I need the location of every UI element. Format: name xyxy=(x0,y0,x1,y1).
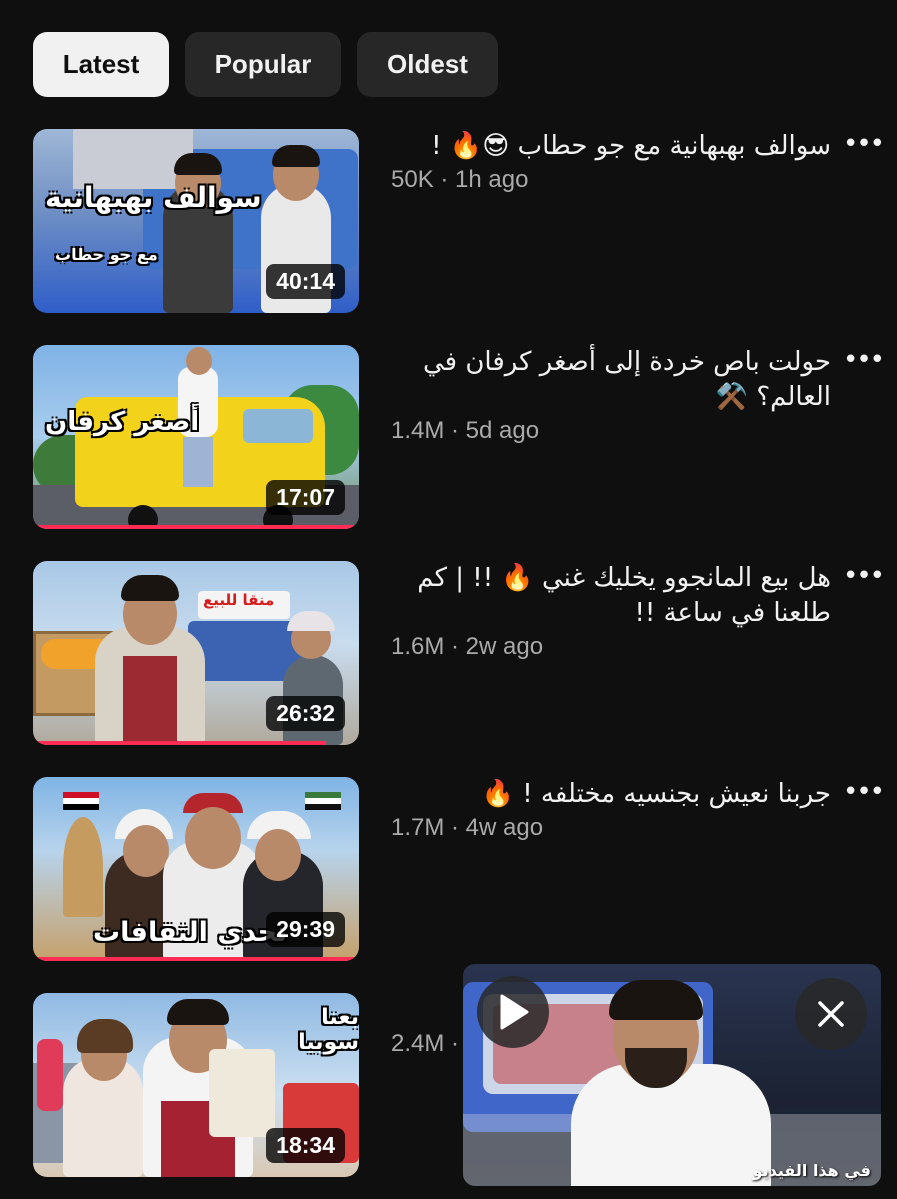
duration-badge: 18:34 xyxy=(266,1128,345,1163)
video-stats: 1.6M · 2w ago xyxy=(391,633,544,660)
thumbnail-subtext: مع جو حطاب xyxy=(55,245,158,264)
more-options-icon[interactable]: ••• xyxy=(843,347,885,379)
video-title[interactable]: سوالف بهبهانية مع جو حطاب 😎🔥 ! xyxy=(391,129,831,164)
video-meta: جربنا نعيش بجنسيه مختلفه ! 🔥 1.7M · 4w a… xyxy=(391,777,831,842)
duration-badge: 26:32 xyxy=(266,696,345,731)
video-thumbnail[interactable]: أصغر كرفان 17:07 xyxy=(33,345,359,529)
filter-latest[interactable]: Latest xyxy=(33,32,169,97)
play-button[interactable] xyxy=(477,976,549,1048)
miniplayer[interactable]: في هذا الفيديو xyxy=(463,964,881,1186)
thumbnail-text: سوالف بهبهانية xyxy=(45,181,262,214)
video-item[interactable]: منقا للبيع 26:32 هل بيع المانجوو يخليك غ… xyxy=(33,561,885,746)
video-thumbnail[interactable]: منقا للبيع 26:32 xyxy=(33,561,359,745)
video-stats: 50K · 1h ago xyxy=(391,166,529,193)
thumbnail-text: بعنا سوبيا xyxy=(298,1005,359,1055)
video-item[interactable]: تحدي الثقافات 29:39 جربنا نعيش بجنسيه مخ… xyxy=(33,777,885,962)
watch-progress xyxy=(33,525,359,529)
video-thumbnail[interactable]: سوالف بهبهانية مع جو حطاب 40:14 xyxy=(33,129,359,313)
more-options-icon[interactable]: ••• xyxy=(843,563,885,595)
video-title[interactable]: جربنا نعيش بجنسيه مختلفه ! 🔥 xyxy=(391,777,831,812)
more-options-icon[interactable]: ••• xyxy=(843,131,885,163)
video-title[interactable]: حولت باص خردة إلى أصغر كرفان في العالم؟ … xyxy=(391,345,831,415)
video-meta: هل بيع المانجوو يخليك غني 🔥 !! | كم طلعن… xyxy=(391,561,831,661)
close-button[interactable] xyxy=(795,978,867,1050)
thumbnail-text: منقا للبيع xyxy=(203,591,275,609)
thumbnail-text: أصغر كرفان xyxy=(45,407,200,437)
thumbnail-text: تحدي الثقافات xyxy=(93,917,288,948)
watch-progress xyxy=(33,741,327,745)
video-stats: 1.4M · 5d ago xyxy=(391,417,540,444)
video-item[interactable]: أصغر كرفان 17:07 حولت باص خردة إلى أصغر … xyxy=(33,345,885,530)
video-thumbnail[interactable]: تحدي الثقافات 29:39 xyxy=(33,777,359,961)
play-icon xyxy=(500,994,529,1030)
video-meta: حولت باص خردة إلى أصغر كرفان في العالم؟ … xyxy=(391,345,831,445)
video-title[interactable]: هل بيع المانجوو يخليك غني 🔥 !! | كم طلعن… xyxy=(391,561,831,631)
close-icon xyxy=(818,1001,844,1027)
video-stats: 1.7M · 4w ago xyxy=(391,814,544,841)
duration-badge: 40:14 xyxy=(266,264,345,299)
duration-badge: 29:39 xyxy=(266,912,345,947)
more-options-icon[interactable]: ••• xyxy=(843,779,885,811)
video-item[interactable]: سوالف بهبهانية مع جو حطاب 40:14 سوالف به… xyxy=(33,129,885,314)
video-thumbnail[interactable]: بعنا سوبيا 18:34 xyxy=(33,993,359,1177)
miniplayer-caption: في هذا الفيديو xyxy=(752,1161,871,1180)
filter-oldest[interactable]: Oldest xyxy=(357,32,498,97)
watch-progress xyxy=(33,957,359,961)
duration-badge: 17:07 xyxy=(266,480,345,515)
filter-popular[interactable]: Popular xyxy=(185,32,341,97)
video-meta: سوالف بهبهانية مع جو حطاب 😎🔥 ! 50K · 1h … xyxy=(391,129,831,194)
filter-chips: Latest Popular Oldest xyxy=(33,32,498,97)
